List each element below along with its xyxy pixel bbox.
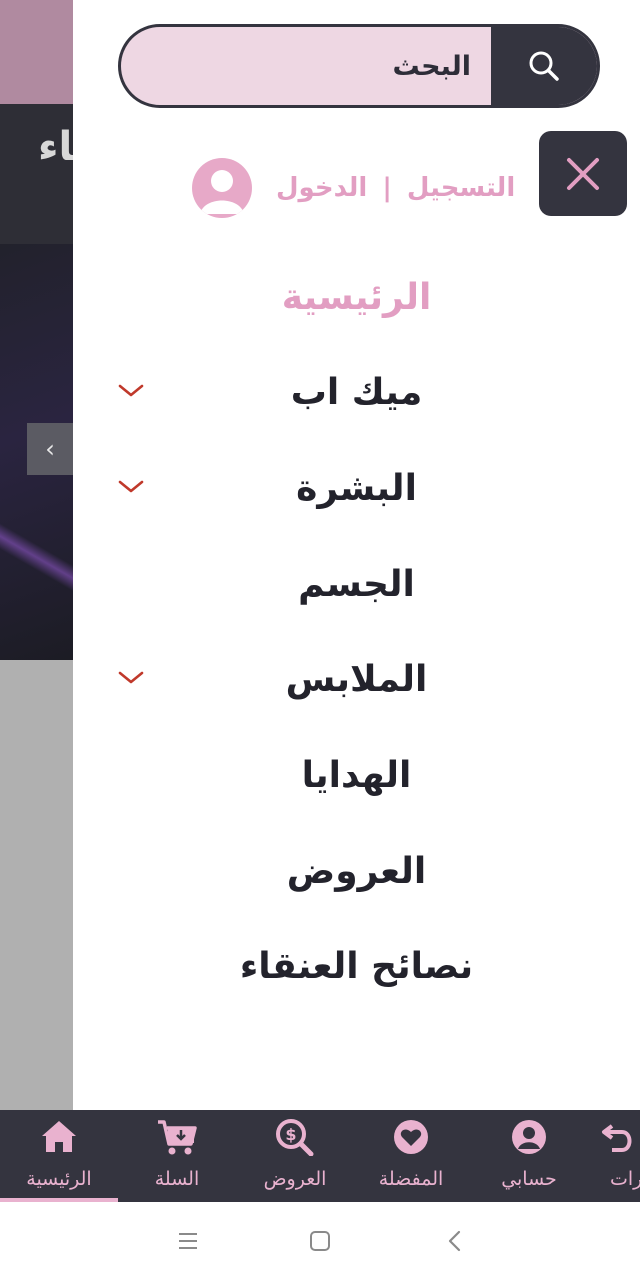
search-bar <box>118 24 600 108</box>
chevron-down-icon[interactable] <box>117 476 145 496</box>
nav-label: العروض <box>263 1168 327 1190</box>
nav-label: حسابي <box>501 1168 557 1190</box>
chevron-down-icon[interactable] <box>117 380 145 400</box>
menu-item-label: ميك اب <box>290 372 423 413</box>
home-icon <box>42 1121 76 1152</box>
auth-separator: | <box>382 173 392 203</box>
background-logo: العنقاء <box>0 104 73 244</box>
menu-item-label: الجسم <box>298 564 415 605</box>
return-icon <box>602 1124 632 1152</box>
menu-item-tips[interactable]: نصائح العنقاء <box>73 932 640 1002</box>
avatar[interactable] <box>192 158 252 218</box>
menu-item-label: العروض <box>286 851 427 892</box>
nav-label: ـرات <box>610 1168 640 1190</box>
login-link[interactable]: الدخول <box>276 173 367 203</box>
home-button-icon[interactable] <box>305 1226 335 1256</box>
menu-item-label: الملابس <box>285 659 428 700</box>
menu-item-label: نصائح العنقاء <box>239 946 474 987</box>
close-icon <box>567 157 599 190</box>
menu-item-clothing[interactable]: الملابس <box>73 645 640 715</box>
nav-label: المفضلة <box>378 1168 444 1190</box>
back-icon[interactable] <box>440 1226 470 1256</box>
search-button[interactable] <box>491 27 597 105</box>
user-icon <box>512 1120 546 1154</box>
auth-links: التسجيل | الدخول <box>276 173 515 203</box>
background-header <box>0 0 73 104</box>
menu-item-skincare[interactable]: البشرة <box>73 454 640 524</box>
nav-home[interactable]: الرئيسية <box>0 1110 118 1202</box>
close-drawer-button[interactable] <box>539 131 627 216</box>
recent-apps-icon[interactable] <box>173 1226 203 1256</box>
nav-label: الرئيسية <box>26 1168 92 1190</box>
cart-icon <box>158 1120 197 1155</box>
search-input[interactable] <box>121 27 491 105</box>
nav-account[interactable]: حسابي <box>470 1110 588 1202</box>
nav-cart[interactable]: السلة <box>118 1110 236 1202</box>
nav-favorites[interactable]: المفضلة <box>352 1110 470 1202</box>
menu-item-offers[interactable]: العروض <box>73 837 640 907</box>
svg-text:$: $ <box>285 1125 296 1144</box>
logo-text: العنقاء <box>38 124 73 170</box>
menu-item-label: البشرة <box>296 468 417 509</box>
menu-item-home[interactable]: الرئيسية <box>73 263 640 333</box>
heart-icon <box>394 1120 428 1154</box>
menu-item-gifts[interactable]: الهدايا <box>73 741 640 811</box>
bottom-nav: الرئيسية السلة $ العروض المفضلة حسابي را… <box>0 1110 640 1202</box>
nav-label: السلة <box>154 1168 200 1190</box>
chevron-down-icon[interactable] <box>117 667 145 687</box>
register-link[interactable]: التسجيل <box>407 173 515 203</box>
nav-returns[interactable]: ـرات <box>588 1110 640 1202</box>
banner-prev-button[interactable]: ‹ <box>27 423 73 475</box>
nav-offers[interactable]: $ العروض <box>236 1110 354 1202</box>
offers-icon: $ <box>276 1119 314 1156</box>
menu-item-makeup[interactable]: ميك اب <box>73 358 640 428</box>
account-row: التسجيل | الدخول <box>192 158 515 218</box>
menu-item-body[interactable]: الجسم <box>73 550 640 620</box>
system-nav-bar <box>0 1202 640 1280</box>
search-icon <box>529 51 559 81</box>
menu-item-label: الرئيسية <box>281 277 432 318</box>
user-avatar-icon <box>200 170 244 214</box>
menu-item-label: الهدايا <box>301 755 412 796</box>
